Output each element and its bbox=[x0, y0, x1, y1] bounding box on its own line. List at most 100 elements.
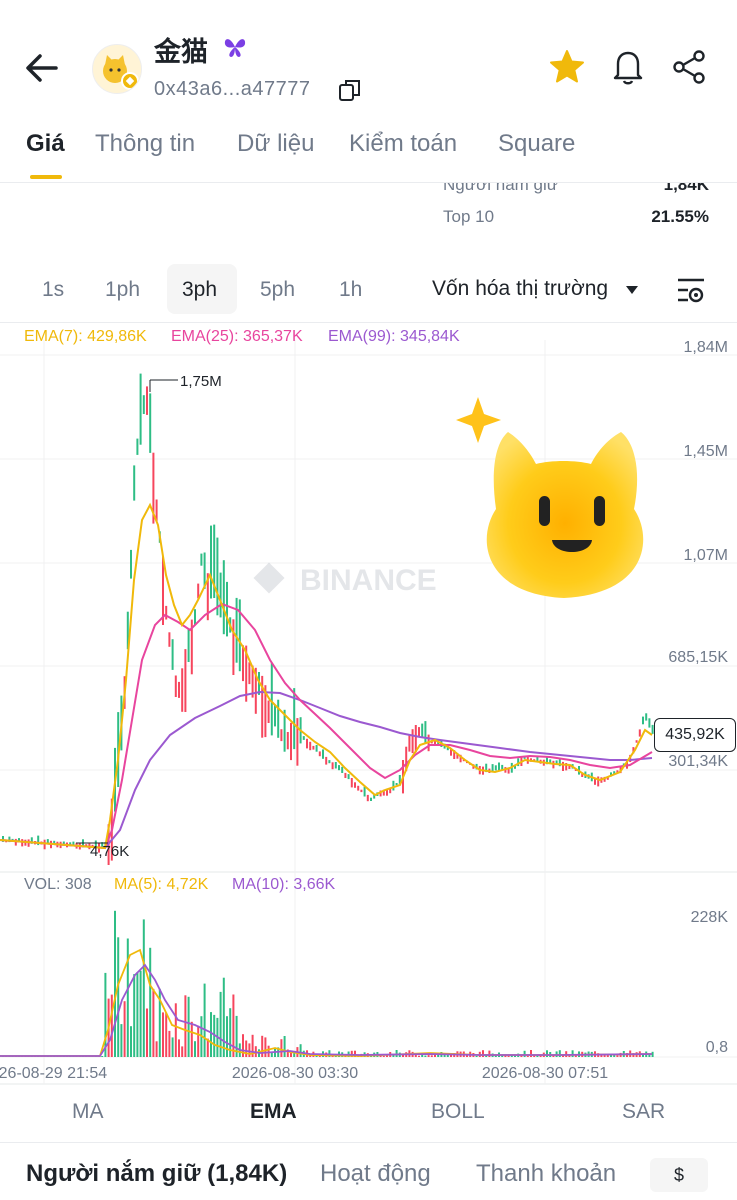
share-icon[interactable] bbox=[670, 48, 708, 86]
volume-bar bbox=[142, 919, 145, 1057]
candle bbox=[43, 839, 46, 850]
candle bbox=[226, 581, 228, 637]
candle bbox=[222, 560, 225, 635]
tab-liquidity[interactable]: Thanh khoản bbox=[476, 1160, 616, 1188]
volume-bar bbox=[293, 1053, 296, 1057]
tab-square[interactable]: Square bbox=[498, 130, 575, 158]
candle bbox=[149, 393, 152, 453]
volume-bar bbox=[299, 1044, 302, 1057]
indicator-boll[interactable]: BOLL bbox=[431, 1100, 485, 1124]
candle bbox=[274, 705, 276, 727]
candle bbox=[232, 619, 235, 675]
candle bbox=[216, 537, 219, 616]
candle bbox=[130, 549, 132, 579]
volume-bar bbox=[162, 1012, 164, 1057]
market-cap-dropdown[interactable]: Vốn hóa thị trường bbox=[432, 277, 608, 301]
candle bbox=[270, 662, 273, 736]
candle bbox=[344, 772, 347, 778]
caret-down-icon bbox=[626, 286, 638, 294]
candle bbox=[235, 597, 238, 663]
candle bbox=[200, 553, 203, 566]
price-axis-label: 685,15K bbox=[668, 649, 728, 666]
top10-value: 21.55% bbox=[651, 207, 709, 226]
tab-holders[interactable]: Người nắm giữ (1,84K) bbox=[26, 1160, 287, 1188]
volume-bar bbox=[488, 1050, 491, 1057]
volume-bar bbox=[210, 1012, 212, 1057]
volume-series bbox=[2, 910, 654, 1057]
time-axis-label: 2026-08-29 21:54 bbox=[0, 1065, 107, 1082]
tab-audit[interactable]: Kiểm toán bbox=[349, 130, 457, 158]
high-marker: 1,75M bbox=[149, 373, 222, 392]
candle bbox=[136, 438, 139, 455]
candle bbox=[491, 764, 494, 772]
volume-bar bbox=[283, 1036, 286, 1057]
candle bbox=[312, 745, 315, 750]
tab-activity[interactable]: Hoạt động bbox=[320, 1160, 431, 1188]
candle bbox=[290, 722, 292, 761]
time-axis-label: 2026-08-30 03:30 bbox=[232, 1065, 358, 1082]
star-icon[interactable] bbox=[548, 48, 586, 86]
candle bbox=[648, 718, 651, 728]
volume-bar bbox=[174, 1003, 177, 1057]
time-axis-label: 2026-08-30 07:51 bbox=[482, 1065, 608, 1082]
candle bbox=[296, 718, 299, 766]
top10-label: Top 10 bbox=[443, 207, 495, 226]
candle bbox=[309, 741, 312, 751]
candle bbox=[168, 632, 171, 647]
interval-5ph[interactable]: 5ph bbox=[260, 278, 295, 302]
volume-bar bbox=[523, 1050, 526, 1057]
candle bbox=[184, 649, 187, 712]
candle bbox=[277, 699, 280, 738]
interval-1s[interactable]: 1s bbox=[42, 278, 64, 302]
indicator-ma[interactable]: MA bbox=[72, 1100, 104, 1124]
info-panel: Người nắm giữ 1,84K Top 10 21.55% bbox=[0, 183, 737, 243]
candle bbox=[219, 572, 222, 618]
candle bbox=[325, 756, 328, 765]
tab-data[interactable]: Dữ liệu bbox=[237, 130, 314, 158]
volume-bar bbox=[155, 1041, 158, 1057]
tab-info[interactable]: Thông tin bbox=[95, 130, 195, 158]
volume-bar bbox=[203, 983, 206, 1057]
bell-icon[interactable] bbox=[610, 48, 646, 86]
currency-toggle[interactable]: $ bbox=[650, 1158, 708, 1192]
butterfly-badge-icon bbox=[224, 39, 246, 57]
volume-bar bbox=[274, 1049, 276, 1057]
candle bbox=[139, 373, 142, 445]
contract-address: 0x43a6...a47777 bbox=[154, 78, 311, 100]
candle bbox=[181, 668, 184, 712]
chart-settings-icon[interactable] bbox=[676, 276, 706, 304]
active-tab-indicator bbox=[30, 175, 62, 179]
volume-bar bbox=[248, 1043, 251, 1057]
candle bbox=[322, 749, 324, 759]
volume-bar bbox=[139, 970, 142, 1057]
volume-bar bbox=[482, 1050, 484, 1057]
high-label: 1,75M bbox=[180, 373, 222, 390]
candle bbox=[562, 761, 564, 771]
copy-icon[interactable] bbox=[338, 78, 362, 102]
volume-bar bbox=[222, 977, 225, 1057]
volume-bar bbox=[117, 937, 120, 1057]
candle bbox=[318, 751, 321, 757]
interval-1ph[interactable]: 1ph bbox=[105, 278, 140, 302]
candle bbox=[350, 778, 353, 788]
candle bbox=[498, 762, 500, 771]
volume-bar bbox=[427, 1055, 430, 1057]
tab-price[interactable]: Giá bbox=[26, 130, 65, 158]
interval-3ph[interactable]: 3ph bbox=[182, 278, 217, 302]
indicator-ema[interactable]: EMA bbox=[250, 1100, 297, 1124]
vol-ma10-legend: MA(10): 3,66K bbox=[232, 876, 336, 893]
interval-1h[interactable]: 1h bbox=[339, 278, 362, 302]
candle bbox=[421, 723, 424, 738]
candle bbox=[360, 789, 363, 793]
volume-bar bbox=[280, 1039, 283, 1057]
back-arrow-icon[interactable] bbox=[22, 50, 62, 86]
token-title: 金猫 bbox=[154, 37, 208, 68]
candle bbox=[424, 721, 427, 743]
volume-bar bbox=[130, 1026, 132, 1057]
candle bbox=[347, 774, 350, 780]
volume-bar bbox=[181, 1046, 184, 1057]
candle bbox=[642, 716, 644, 725]
indicator-sar[interactable]: SAR bbox=[622, 1100, 665, 1124]
candle bbox=[331, 762, 334, 770]
vol-axis-label: 0,8 bbox=[706, 1039, 728, 1056]
